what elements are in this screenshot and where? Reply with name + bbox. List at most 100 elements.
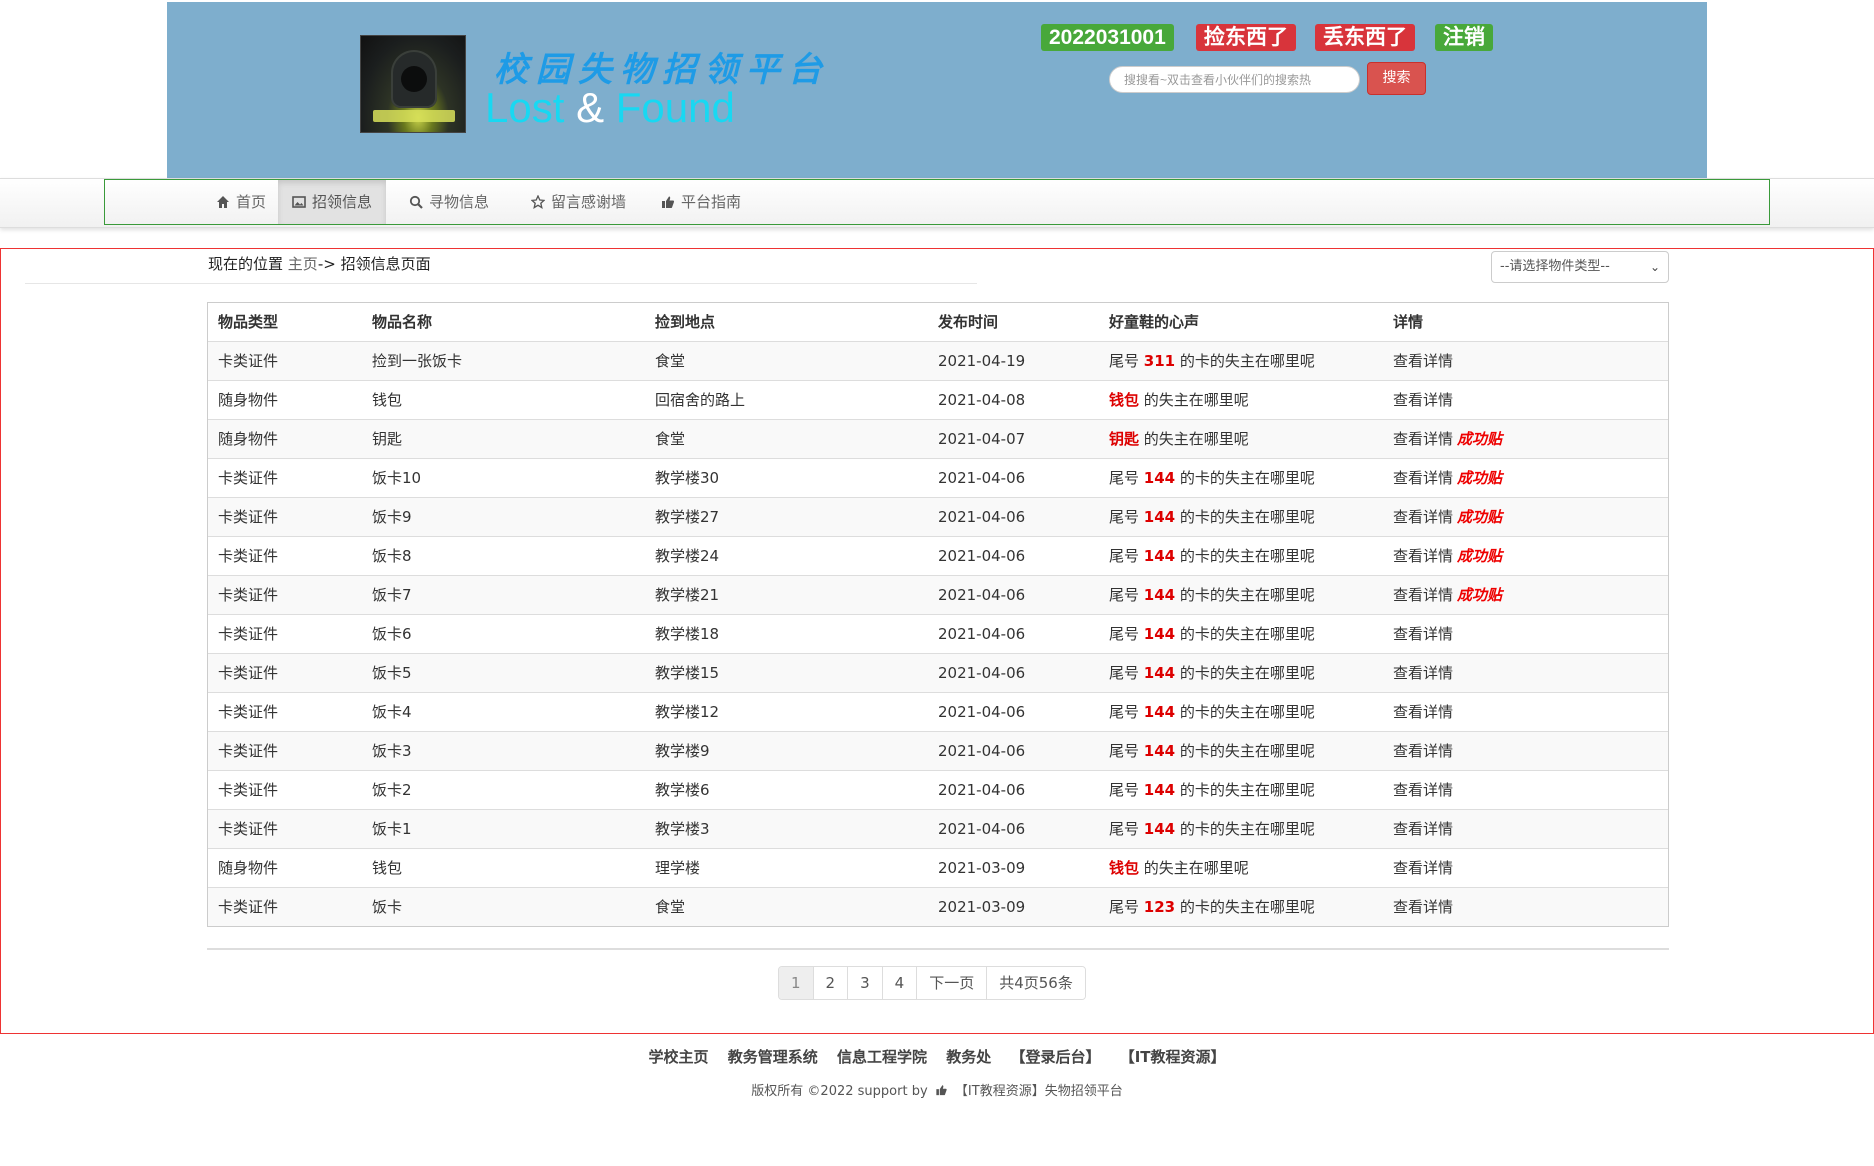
view-detail-link[interactable]: 查看详情 (1393, 508, 1453, 526)
site-header: 校园失物招领平台 Lost & Found 2022031001 捡东西了 丢东… (167, 2, 1707, 178)
message-suffix: 的卡的失主在哪里呢 (1179, 469, 1315, 487)
cell-type: 卡类证件 (208, 340, 362, 380)
message-suffix: 的卡的失主在哪里呢 (1179, 625, 1315, 643)
item-type-select[interactable]: --请选择物件类型-- ⌄ (1491, 251, 1669, 283)
cell-place: 教学楼30 (645, 457, 928, 497)
message-suffix: 的失主在哪里呢 (1143, 859, 1249, 877)
view-detail-link[interactable]: 查看详情 (1393, 625, 1453, 643)
success-badge: 成功贴 (1457, 508, 1503, 526)
page-1-button[interactable]: 1 (779, 967, 814, 999)
content-panel: 现在的位置 主页-> 招领信息页面 --请选择物件类型-- ⌄ 物品类型 物品名… (0, 248, 1874, 1034)
search-input[interactable] (1109, 66, 1360, 93)
nav-item-lost-info[interactable]: 寻物信息 (395, 180, 503, 224)
view-detail-link[interactable]: 查看详情 (1393, 664, 1453, 682)
picture-icon (292, 196, 306, 208)
cell-date: 2021-04-06 (928, 613, 1099, 653)
table-row: 卡类证件 饭卡5 教学楼15 2021-04-06 尾号 144 的卡的失主在哪里呢 查看… (208, 652, 1668, 692)
cell-message: 尾号 144 的卡的失主在哪里呢 (1099, 496, 1383, 536)
view-detail-link[interactable]: 查看详情 (1393, 469, 1453, 487)
site-subtitle: Lost & Found (485, 84, 735, 132)
cell-date: 2021-04-08 (928, 379, 1099, 419)
footer-link-admin-login[interactable]: 【登录后台】 (1010, 1048, 1100, 1066)
message-highlight: 钥匙 (1109, 430, 1140, 448)
cell-message: 尾号 144 的卡的失主在哪里呢 (1099, 652, 1383, 692)
cell-type: 卡类证件 (208, 808, 362, 848)
success-badge: 成功贴 (1457, 469, 1503, 487)
view-detail-link[interactable]: 查看详情 (1393, 742, 1453, 760)
nav-item-found-info[interactable]: 招领信息 (278, 180, 387, 224)
table-row: 随身物件 钱包 回宿舍的路上 2021-04-08 钱包 的失主在哪里呢 查看详情 (208, 379, 1668, 419)
cell-detail: 查看详情 成功贴 (1383, 457, 1668, 497)
page-3-button[interactable]: 3 (848, 967, 883, 999)
message-prefix: 尾号 (1109, 625, 1140, 643)
view-detail-link[interactable]: 查看详情 (1393, 781, 1453, 799)
view-detail-link[interactable]: 查看详情 (1393, 898, 1453, 916)
cell-type: 随身物件 (208, 847, 362, 887)
cell-date: 2021-04-06 (928, 457, 1099, 497)
message-suffix: 的卡的失主在哪里呢 (1179, 352, 1315, 370)
cell-name: 饭卡5 (362, 652, 645, 692)
cell-type: 卡类证件 (208, 535, 362, 575)
footer-link-academic-office[interactable]: 教务处 (946, 1048, 991, 1066)
table-row: 卡类证件 捡到一张饭卡 食堂 2021-04-19 尾号 311 的卡的失主在哪里呢 查看… (208, 340, 1668, 380)
col-header-name: 物品名称 (362, 303, 645, 342)
search-button[interactable]: 搜索 (1367, 62, 1426, 95)
cell-date: 2021-04-07 (928, 418, 1099, 458)
nav-item-guide[interactable]: 平台指南 (647, 180, 755, 224)
next-page-button[interactable]: 下一页 (917, 967, 988, 999)
breadcrumb: 现在的位置 主页-> 招领信息页面 (208, 253, 431, 274)
cell-detail: 查看详情 成功贴 (1383, 535, 1668, 575)
view-detail-link[interactable]: 查看详情 (1393, 703, 1453, 721)
message-suffix: 的卡的失主在哪里呢 (1179, 664, 1315, 682)
message-suffix: 的卡的失主在哪里呢 (1179, 547, 1315, 565)
message-highlight: 144 (1143, 781, 1176, 799)
view-detail-link[interactable]: 查看详情 (1393, 352, 1453, 370)
view-detail-link[interactable]: 查看详情 (1393, 586, 1453, 604)
cell-date: 2021-04-06 (928, 769, 1099, 809)
message-highlight: 144 (1143, 742, 1176, 760)
view-detail-link[interactable]: 查看详情 (1393, 430, 1453, 448)
cell-detail: 查看详情 (1383, 379, 1668, 419)
found-items-table: 物品类型 物品名称 捡到地点 发布时间 好童鞋的心声 详情 卡类证件 捡到一张饭卡… (207, 302, 1669, 927)
cell-type: 随身物件 (208, 379, 362, 419)
message-highlight: 144 (1143, 703, 1176, 721)
footer-links: 学校主页 教务管理系统 信息工程学院 教务处 【登录后台】 【IT教程资源】 (0, 1046, 1874, 1067)
nav-item-thanks-wall[interactable]: 留言感谢墙 (517, 180, 640, 224)
logout-button[interactable]: 注销 (1435, 24, 1493, 51)
view-detail-link[interactable]: 查看详情 (1393, 391, 1453, 409)
found-item-button[interactable]: 捡东西了 (1196, 24, 1296, 51)
cell-name: 饭卡7 (362, 574, 645, 614)
subtitle-amp: & (576, 84, 605, 131)
cell-message: 钱包 的失主在哪里呢 (1099, 847, 1383, 887)
cell-detail: 查看详情 成功贴 (1383, 496, 1668, 536)
subtitle-found: Found (615, 84, 735, 131)
nav-label: 留言感谢墙 (551, 193, 627, 211)
view-detail-link[interactable]: 查看详情 (1393, 820, 1453, 838)
message-prefix: 尾号 (1109, 781, 1140, 799)
view-detail-link[interactable]: 查看详情 (1393, 859, 1453, 877)
star-icon (531, 195, 545, 209)
cell-type: 卡类证件 (208, 769, 362, 809)
thumbs-up-icon (936, 1085, 947, 1096)
footer-link-academic-system[interactable]: 教务管理系统 (728, 1048, 818, 1066)
message-prefix: 尾号 (1109, 469, 1140, 487)
message-prefix: 尾号 (1109, 586, 1140, 604)
success-badge: 成功贴 (1457, 547, 1503, 565)
col-header-type: 物品类型 (208, 303, 362, 342)
nav-item-home[interactable]: 首页 (202, 180, 280, 224)
lost-item-button[interactable]: 丢东西了 (1315, 24, 1415, 51)
page-4-button[interactable]: 4 (882, 967, 918, 999)
page-2-button[interactable]: 2 (813, 967, 849, 999)
cell-date: 2021-04-06 (928, 535, 1099, 575)
footer-link-it-resources[interactable]: 【IT教程资源】 (1120, 1048, 1226, 1066)
footer-link-info-college[interactable]: 信息工程学院 (837, 1048, 927, 1066)
footer-link-school[interactable]: 学校主页 (648, 1048, 708, 1066)
user-id-badge[interactable]: 2022031001 (1041, 24, 1174, 51)
view-detail-link[interactable]: 查看详情 (1393, 547, 1453, 565)
message-suffix: 的失主在哪里呢 (1143, 391, 1249, 409)
breadcrumb-home-link[interactable]: 主页 (288, 255, 318, 273)
message-prefix: 尾号 (1109, 742, 1140, 760)
cell-detail: 查看详情 (1383, 847, 1668, 887)
cell-date: 2021-03-09 (928, 886, 1099, 926)
select-value: --请选择物件类型-- (1500, 259, 1610, 274)
